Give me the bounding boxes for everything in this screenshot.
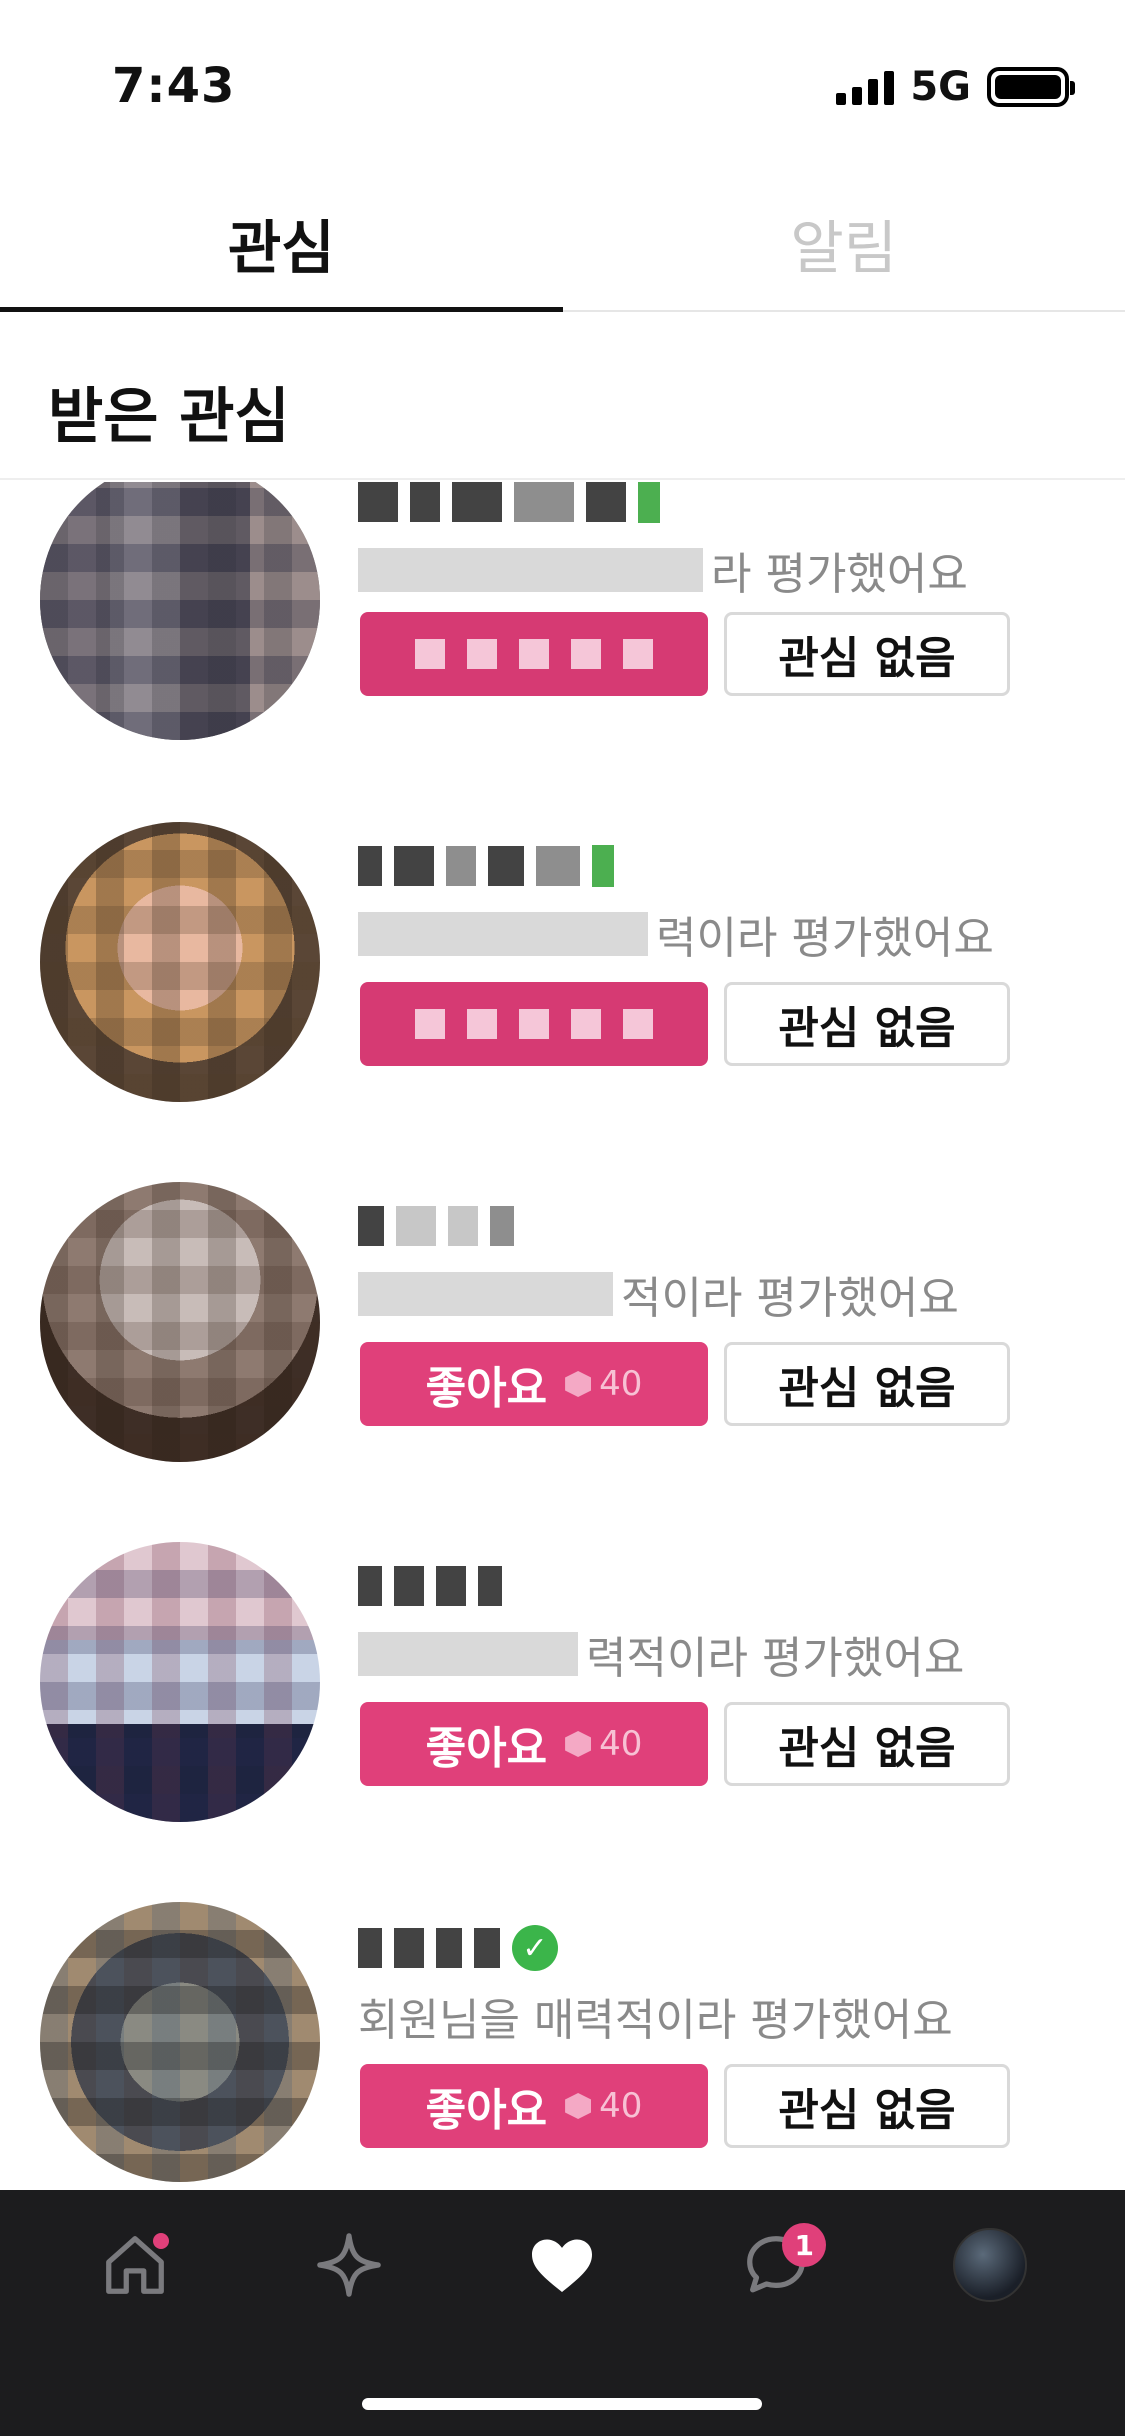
signal-icon: [836, 69, 895, 105]
gem-icon: [565, 1371, 592, 1397]
item-description: 회원님을 매력적이라 평가했어요: [358, 1995, 953, 2046]
nav-chat[interactable]: 1: [716, 2205, 836, 2325]
avatar[interactable]: [40, 1542, 320, 1822]
top-tabs: 관심 알림: [0, 176, 1125, 312]
chat-badge: 1: [782, 2223, 827, 2267]
item-description: 라 평가했어요: [358, 538, 968, 602]
gem-cost: 40: [565, 1364, 642, 1404]
heart-icon: [532, 2239, 593, 2292]
list-item[interactable]: ✓ 회원님을 매력적이라 평가했어요 좋아요 40 관심 없음: [0, 1902, 1125, 2190]
name-masked: [358, 1562, 502, 1610]
avatar[interactable]: [40, 482, 320, 740]
home-indicator-bar: [362, 2398, 762, 2410]
list-item[interactable]: 력이라 평가했어요 관심 없음: [0, 822, 1125, 1182]
gem-cost: 40: [565, 1724, 642, 1764]
name-masked: ✓: [358, 1924, 558, 1972]
gem-icon: [565, 1731, 592, 1757]
not-interested-button[interactable]: 관심 없음: [724, 612, 1010, 696]
like-button[interactable]: 좋아요 40: [360, 2064, 708, 2148]
item-description: 적이라 평가했어요: [358, 1262, 959, 1326]
like-label: 좋아요: [425, 1363, 548, 1414]
avatar[interactable]: [40, 822, 320, 1102]
profile-avatar: [953, 2228, 1028, 2302]
battery-icon: [987, 67, 1075, 107]
verified-icon: [592, 845, 614, 887]
nav-discover[interactable]: [289, 2205, 409, 2325]
not-interested-button[interactable]: 관심 없음: [724, 1702, 1010, 1786]
section-header: 받은 관심: [0, 314, 1125, 480]
notification-dot: [152, 2233, 169, 2249]
tab-notifications[interactable]: 알림: [563, 176, 1125, 310]
status-bar: 7:43 5G: [0, 0, 1125, 160]
list-item[interactable]: 라 평가했어요 관심 없음: [0, 482, 1125, 820]
list-item[interactable]: 력적이라 평가했어요 좋아요 40 관심 없음: [0, 1542, 1125, 1902]
not-interested-button[interactable]: 관심 없음: [724, 2064, 1010, 2148]
gem-cost: 40: [565, 2086, 642, 2126]
item-description: 력적이라 평가했어요: [358, 1622, 964, 1686]
tab-interest[interactable]: 관심: [0, 176, 563, 312]
status-time: 7:43: [112, 58, 236, 114]
name-masked: [358, 842, 614, 890]
like-label: 좋아요: [425, 2085, 548, 2136]
sparkle-icon: [316, 2233, 381, 2297]
nav-profile[interactable]: [930, 2205, 1050, 2325]
like-button[interactable]: 좋아요 40: [360, 1342, 708, 1426]
nav-interest[interactable]: [502, 2205, 622, 2325]
received-interest-list: 라 평가했어요 관심 없음 력이라 평가했어요 관심 없음 적이라 평가했어요 …: [0, 482, 1125, 2190]
like-label: 좋아요: [425, 1723, 548, 1774]
verified-icon: ✓: [512, 1925, 558, 1971]
name-masked: [358, 482, 660, 526]
like-button[interactable]: 좋아요 40: [360, 1702, 708, 1786]
not-interested-button[interactable]: 관심 없음: [724, 982, 1010, 1066]
avatar[interactable]: [40, 1902, 320, 2182]
like-button[interactable]: [360, 982, 708, 1066]
gem-icon: [565, 2093, 592, 2119]
list-item[interactable]: 적이라 평가했어요 좋아요 40 관심 없음: [0, 1182, 1125, 1542]
network-label: 5G: [910, 64, 971, 110]
nav-home[interactable]: [75, 2205, 195, 2325]
status-indicators: 5G: [836, 64, 1075, 110]
avatar[interactable]: [40, 1182, 320, 1462]
not-interested-button[interactable]: 관심 없음: [724, 1342, 1010, 1426]
verified-icon: [638, 482, 660, 523]
name-masked: [358, 1202, 514, 1250]
section-title: 받은 관심: [48, 382, 290, 452]
like-button[interactable]: [360, 612, 708, 696]
item-description: 력이라 평가했어요: [358, 902, 994, 966]
